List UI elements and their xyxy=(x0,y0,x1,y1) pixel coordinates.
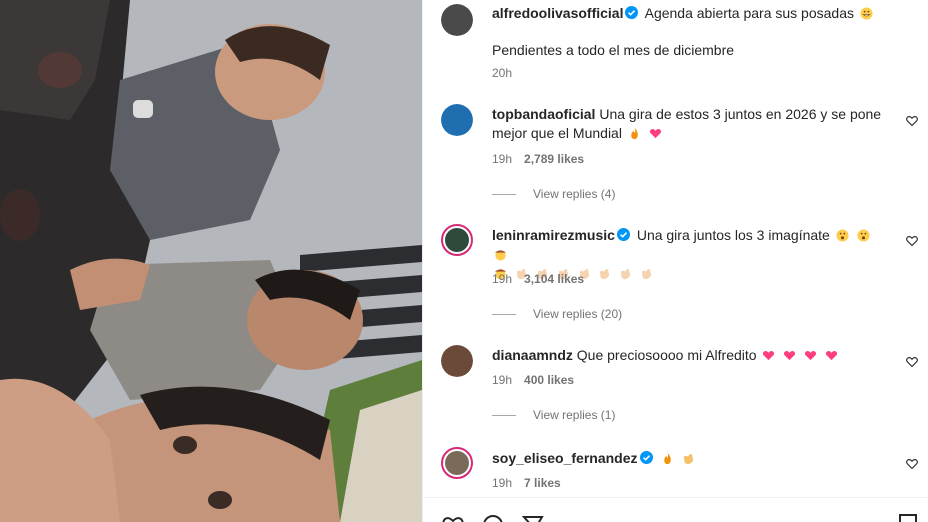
comment-likes[interactable]: 7 likes xyxy=(524,476,561,490)
comment-item: topbandaoficial Una gira de estos 3 junt… xyxy=(441,104,928,204)
clap-emoji-icon xyxy=(684,453,694,465)
verified-badge-icon xyxy=(625,6,639,19)
comment-item: soy_eliseo_fernandez 19h 7 likes xyxy=(441,447,928,497)
actions-divider xyxy=(423,497,928,498)
post-photo[interactable] xyxy=(0,0,422,522)
comment-likes[interactable]: 3,104 likes xyxy=(524,272,584,286)
heart-emoji-icon xyxy=(763,351,775,361)
heart-emoji-icon xyxy=(805,351,817,361)
clap-emoji-icon xyxy=(621,268,631,280)
commenter-username[interactable]: soy_eliseo_fernandez xyxy=(492,450,638,466)
view-replies-button[interactable]: View replies (4) xyxy=(492,187,615,201)
like-comment-heart-icon[interactable] xyxy=(906,115,918,127)
view-replies-label: View replies (20) xyxy=(533,307,623,321)
replies-divider-line xyxy=(492,193,516,195)
commenter-avatar[interactable] xyxy=(441,447,473,479)
fire-emoji-icon xyxy=(631,127,638,140)
commenter-avatar[interactable] xyxy=(441,224,473,256)
view-replies-button[interactable]: View replies (1) xyxy=(492,408,615,422)
heart-emoji-icon xyxy=(649,129,661,139)
share-icon[interactable] xyxy=(521,513,545,522)
heart-emoji-icon xyxy=(825,351,838,361)
verified-badge-icon xyxy=(616,228,630,241)
view-replies-label: View replies (4) xyxy=(533,187,616,201)
fire-emoji-icon xyxy=(664,452,672,465)
comment-time: 19h xyxy=(492,476,513,490)
caption-text-line2: Pendientes a todo el mes de diciembre xyxy=(492,42,735,58)
post-caption: alfredoolivasofficial Agenda abierta par… xyxy=(441,0,928,90)
commenter-username[interactable]: leninramirezmusic xyxy=(492,227,615,243)
commenter-username[interactable]: dianaamndz xyxy=(492,347,573,363)
wow-face-emoji-icon xyxy=(857,229,870,242)
comment-time: 19h xyxy=(492,152,513,166)
commenter-avatar[interactable] xyxy=(441,345,473,377)
replies-divider-line xyxy=(492,313,516,315)
selfie-illustration xyxy=(0,0,422,522)
commenter-username[interactable]: topbandaoficial xyxy=(492,106,595,122)
save-icon[interactable] xyxy=(897,513,919,522)
author-avatar[interactable] xyxy=(441,4,473,36)
post-time: 20h xyxy=(492,66,513,80)
comments-panel: alfredoolivasofficial Agenda abierta par… xyxy=(422,0,928,522)
comment-text: Una gira de estos 3 juntos en 2026 y se … xyxy=(599,106,882,122)
comment-likes[interactable]: 400 likes xyxy=(524,373,574,387)
author-username[interactable]: alfredoolivasofficial xyxy=(492,5,623,21)
cowboy-emoji-icon xyxy=(494,250,507,261)
comment-time: 19h xyxy=(492,373,513,387)
like-comment-heart-icon[interactable] xyxy=(906,458,918,470)
heart-emoji-icon xyxy=(784,351,796,361)
view-replies-label: View replies (1) xyxy=(533,408,616,422)
caption-text: Agenda abierta para sus posadas xyxy=(644,5,854,21)
comment-item: leninramirezmusic Una gira juntos los 3 … xyxy=(441,224,928,324)
clap-emoji-icon xyxy=(600,268,610,280)
comment-time: 19h xyxy=(492,272,513,286)
grinning-face-emoji-icon xyxy=(860,7,873,20)
replies-divider-line xyxy=(492,414,516,416)
view-replies-button[interactable]: View replies (20) xyxy=(492,307,622,321)
like-comment-heart-icon[interactable] xyxy=(906,235,918,247)
comment-likes[interactable]: 2,789 likes xyxy=(524,152,584,166)
verified-badge-icon xyxy=(639,451,653,464)
comment-text-line2: mejor que el Mundial xyxy=(492,125,622,141)
comment-item: dianaamndz Que preciosoooo mi Alfredito … xyxy=(441,345,928,425)
post-action-bar xyxy=(441,510,928,522)
like-comment-heart-icon[interactable] xyxy=(906,356,918,368)
comment-text: Que preciosoooo mi Alfredito xyxy=(576,347,757,363)
wow-face-emoji-icon xyxy=(836,229,849,242)
comment-icon[interactable] xyxy=(481,513,505,522)
comment-text: Una gira juntos los 3 imagínate xyxy=(636,227,830,243)
clap-emoji-icon xyxy=(642,268,652,280)
like-icon[interactable] xyxy=(441,513,465,522)
commenter-avatar[interactable] xyxy=(441,104,473,136)
